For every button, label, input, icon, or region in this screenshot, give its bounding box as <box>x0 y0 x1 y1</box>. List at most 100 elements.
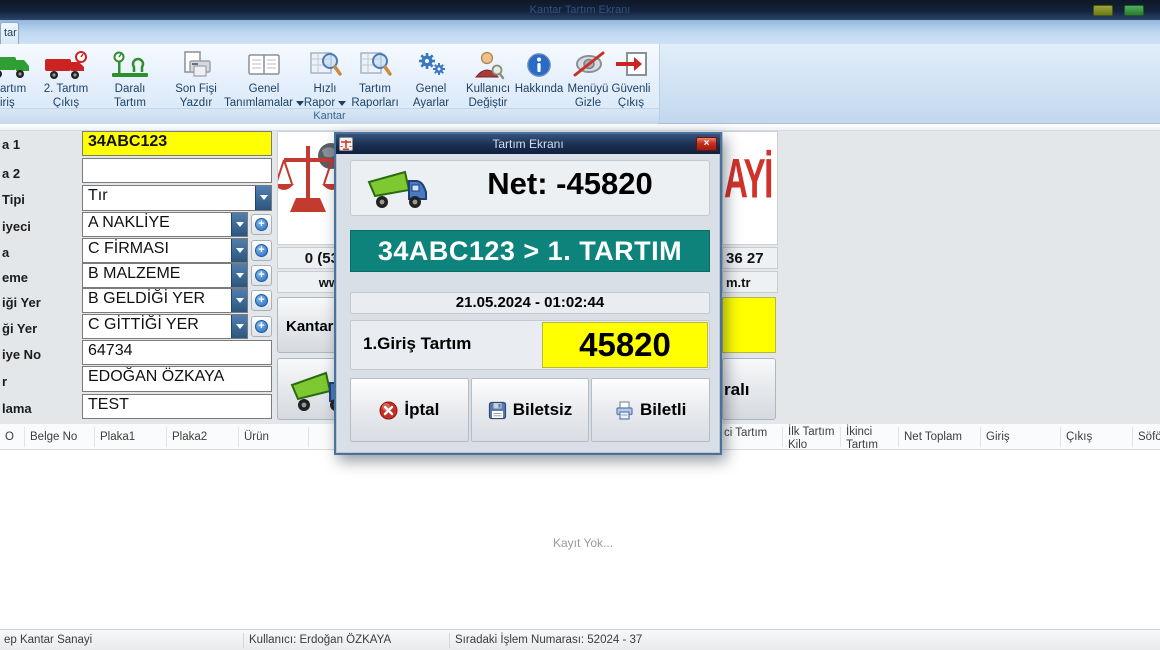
cancel-icon <box>379 401 398 420</box>
toolbar-item-label: Güvenli <box>602 82 660 96</box>
print-ticket-icon <box>615 401 634 420</box>
hide-menu-eye-icon <box>570 50 606 80</box>
ribbon-divider <box>0 124 1160 131</box>
truck-green-icon <box>0 50 31 80</box>
net-weight-value: Net: -45820 <box>435 166 705 202</box>
truck-green-icon <box>365 168 427 210</box>
balance-scale-logo-icon <box>278 132 341 244</box>
titlebar-button-1[interactable] <box>1093 5 1113 16</box>
gears-icon <box>414 50 448 80</box>
logo-text: AYİ <box>724 146 772 211</box>
exit-icon <box>614 50 648 80</box>
plus-icon <box>255 218 268 231</box>
darali-button-partial[interactable]: ralı <box>722 358 776 420</box>
phone-row-right: 36 27 <box>722 247 778 269</box>
book-icon <box>244 50 284 80</box>
window-title: Kantar Tartım Ekranı <box>0 0 1160 20</box>
sofor-input[interactable]: EDOĞAN ÖZKAYA <box>82 366 272 392</box>
tartim-dialog: Tartım Ekranı Net: -45820 34ABC123 > 1. … <box>334 132 722 455</box>
col-header[interactable]: Söfö <box>1138 431 1160 444</box>
form-label-firma: a <box>2 245 9 260</box>
combo-arrow-icon[interactable] <box>231 213 247 236</box>
form-label-aciklama: lama <box>2 401 32 416</box>
form-label-plaka2: a 2 <box>2 166 20 181</box>
combo-arrow-icon[interactable] <box>231 289 247 312</box>
ribbon-panel-kantar: artım iriş 2. Tartım Çıkış Daralı Tartım <box>0 44 660 124</box>
toolbar-item-guvenli-cikis[interactable]: Güvenli Çıkış <box>602 50 660 110</box>
firma-add-button[interactable] <box>251 240 272 261</box>
plaka1-input[interactable]: 34ABC123 <box>82 131 272 156</box>
report-magnifier-icon <box>357 50 393 80</box>
col-header[interactable]: ci Tartım <box>724 427 779 440</box>
biletli-button[interactable]: Biletli <box>591 378 710 442</box>
truck-button-partial[interactable] <box>277 358 342 420</box>
info-icon <box>524 50 554 80</box>
kantar-display-label: Kantar <box>277 297 342 353</box>
gittigi-yer-add-button[interactable] <box>251 316 272 337</box>
firma-combo[interactable]: C FİRMASI <box>82 238 248 263</box>
col-header[interactable]: Ürün <box>244 431 269 444</box>
statusbar-next-number: Sıradaki İşlem Numarası: 52024 - 37 <box>455 634 642 646</box>
col-header[interactable]: O <box>5 431 14 444</box>
weight-display-partial <box>722 297 776 353</box>
web-row-right: m.tr <box>722 271 778 293</box>
statusbar-company: ep Kantar Sanayi <box>4 634 92 646</box>
plus-icon <box>255 294 268 307</box>
printer-icon <box>178 50 214 80</box>
nakliyeci-add-button[interactable] <box>251 214 272 235</box>
toolbar-item-darali-tartim[interactable]: Daralı Tartım <box>98 50 162 110</box>
titlebar-button-2[interactable] <box>1124 5 1144 16</box>
col-header[interactable]: Net Toplam <box>904 431 962 444</box>
phone-row-left: 0 (53 <box>277 247 342 269</box>
tab-kantar[interactable]: tar <box>0 22 19 44</box>
gittigi-yer-combo[interactable]: C GİTTİĞİ YER <box>82 314 248 339</box>
form-label-malzeme: eme <box>2 270 28 285</box>
malzeme-combo[interactable]: B MALZEME <box>82 263 248 288</box>
toolbar-item-2-tartim-cikis[interactable]: 2. Tartım Çıkış <box>34 50 98 110</box>
form-label-geldigi-yer: iği Yer <box>2 295 41 310</box>
form-label-gittigi-yer: ği Yer <box>2 321 37 336</box>
ribbon-group-label: Kantar <box>0 108 659 124</box>
col-header[interactable]: Belge No <box>30 431 77 444</box>
geldigi-yer-add-button[interactable] <box>251 290 272 311</box>
dialog-close-button[interactable] <box>696 137 717 151</box>
statusbar-user: Kullanıcı: Erdoğan ÖZKAYA <box>249 634 391 646</box>
form-label-irsaliye-no: iye No <box>2 347 41 362</box>
dialog-titlebar[interactable]: Tartım Ekranı <box>336 134 720 154</box>
user-icon <box>471 50 505 80</box>
report-magnifier-icon <box>307 50 343 80</box>
col-header[interactable]: Çıkış <box>1066 431 1092 444</box>
col-header[interactable]: Plaka1 <box>100 431 135 444</box>
form-label-sofor: r <box>2 374 7 389</box>
form-label-nakliyeci: iyeci <box>2 219 31 234</box>
arac-tipi-combo[interactable]: Tır <box>82 185 272 211</box>
plate-tartim-banner: 34ABC123 > 1. TARTIM <box>350 230 710 272</box>
col-header[interactable]: Giriş <box>986 431 1010 444</box>
col-header[interactable]: İlk Tartım Kilo <box>788 426 840 452</box>
malzeme-add-button[interactable] <box>251 265 272 286</box>
plus-icon <box>255 320 268 333</box>
combo-arrow-icon[interactable] <box>231 315 247 338</box>
form-label-tipi: Tipi <box>2 192 25 207</box>
save-floppy-icon <box>488 401 507 420</box>
combo-arrow-icon[interactable] <box>255 186 271 210</box>
first-weight-label: 1.Giriş Tartım <box>363 334 471 354</box>
dialog-title: Tartım Ekranı <box>492 137 563 151</box>
scale-icon <box>110 50 150 80</box>
plus-icon <box>255 269 268 282</box>
nakliyeci-combo[interactable]: A NAKLİYE <box>82 212 248 237</box>
company-logo-right: AYİ <box>722 131 778 245</box>
dialog-buttons: İptal Biletsiz Biletli <box>350 378 710 442</box>
geldigi-yer-combo[interactable]: B GELDİĞİ YER <box>82 288 248 313</box>
form-label-plaka1: a 1 <box>2 137 20 152</box>
combo-arrow-icon[interactable] <box>231 239 247 262</box>
aciklama-input[interactable]: TEST <box>82 394 272 419</box>
biletsiz-button[interactable]: Biletsiz <box>471 378 590 442</box>
net-panel: Net: -45820 <box>350 160 710 216</box>
iptal-button[interactable]: İptal <box>350 378 469 442</box>
company-logo-left <box>277 131 342 245</box>
combo-arrow-icon[interactable] <box>231 264 247 287</box>
irsaliye-no-input[interactable]: 64734 <box>82 340 272 365</box>
col-header[interactable]: Plaka2 <box>172 431 207 444</box>
plaka2-input[interactable] <box>82 158 272 183</box>
